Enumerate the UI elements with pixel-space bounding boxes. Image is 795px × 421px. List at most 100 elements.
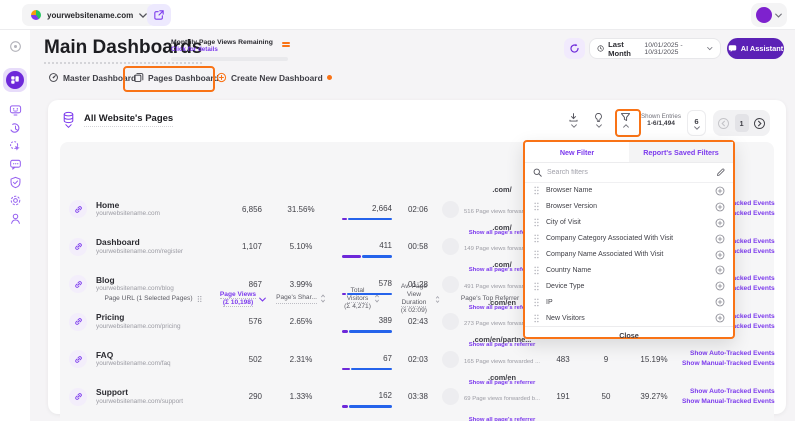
filter-panel-tabs: New Filter Report's Saved Filters [525,142,733,163]
open-site-button[interactable] [147,4,171,26]
filter-search-row [525,163,733,183]
drag-handle-icon[interactable] [533,314,540,323]
page-link-icon[interactable] [69,350,87,368]
filter-option[interactable]: New Visitors [525,310,733,326]
page-link-icon[interactable] [69,388,87,406]
table-menu-button[interactable] [62,111,75,128]
sidebar-item-feedback[interactable] [5,154,25,174]
period-label: Last Month [608,40,640,58]
show-auto-tracked-link[interactable]: Show Auto-Tracked Events [682,349,775,359]
add-filter-icon[interactable] [715,202,725,212]
chevron-down-icon [694,126,700,130]
tab-new-filter[interactable]: New Filter [525,142,629,162]
shown-entries-value: 1-6/1,494 [641,120,681,127]
shield-check-icon [9,176,22,189]
add-filter-icon[interactable] [715,250,725,260]
current-page[interactable]: 1 [735,114,749,132]
show-auto-tracked-link[interactable]: Show Auto-Tracked Events [682,387,775,397]
sidebar-item-account[interactable] [5,208,25,228]
sidebar-item-recordings[interactable] [5,118,25,138]
user-icon [9,212,22,225]
sidebar-item-events[interactable] [5,136,25,156]
filter-option[interactable]: Company Name Associated With Visit [525,247,733,263]
refresh-button[interactable] [564,38,585,59]
drag-handle-icon[interactable] [533,250,540,259]
page-link-icon[interactable] [69,200,87,218]
add-filter-icon[interactable] [715,297,725,307]
quota-progress-bar [171,57,288,61]
tab-create-new-dashboard[interactable]: Create New Dashboard [216,72,332,83]
chat-icon [728,44,737,53]
filter-options-list: Browser Name Browser Version City of Vis… [525,183,733,326]
database-icon [62,111,75,124]
filter-option[interactable]: City of Visit [525,215,733,231]
add-filter-icon[interactable] [715,265,725,275]
user-menu[interactable] [751,3,787,27]
site-name: yourwebsitename.com [47,11,133,20]
filter-option[interactable]: Browser Version [525,199,733,215]
insights-button[interactable] [593,112,604,128]
filter-close-button[interactable]: Close [525,326,733,343]
sidebar-item-settings[interactable] [5,190,25,210]
prev-page-button[interactable] [717,117,730,130]
quota-details-link[interactable]: Click for details [171,46,291,53]
table-row[interactable]: Supportyourwebsitename.com/support 290 1… [60,366,774,404]
sidebar-item-privacy[interactable] [5,172,25,192]
add-filter-icon[interactable] [715,281,725,291]
show-referrers-link[interactable]: Show all page's referrer [469,417,536,421]
export-button[interactable] [568,112,579,128]
add-filter-icon[interactable] [715,218,725,228]
drag-handle-icon[interactable] [533,186,540,195]
clock-icon [597,44,604,53]
ai-assistant-button[interactable]: AI Assistant [727,38,784,59]
filter-button-highlight [615,109,641,137]
show-manual-tracked-link[interactable]: Show Manual-Tracked Events [682,359,775,369]
sidebar-item-visitors[interactable] [5,100,25,120]
date-range-picker[interactable]: Last Month 10/01/2025 - 10/31/2025 [589,38,721,59]
dashboards-icon [6,71,24,89]
drag-handle-icon[interactable] [533,218,540,227]
drag-handle-icon[interactable] [533,282,540,291]
workspace-icon[interactable] [5,36,25,56]
page-link-icon[interactable] [69,313,87,331]
filter-option[interactable]: Device Type [525,278,733,294]
next-page-button[interactable] [753,117,766,130]
filter-search-input[interactable] [547,169,711,176]
add-filter-icon[interactable] [715,186,725,196]
referrer-favicon [442,388,459,405]
filter-option[interactable]: Country Name [525,262,733,278]
drag-handle-icon[interactable] [533,298,540,307]
drag-handle-icon[interactable] [533,266,540,275]
page-link-icon[interactable] [69,238,87,256]
app-window: yourwebsitename.com [0,0,795,421]
click-events-icon [9,140,22,153]
site-favicon-icon [31,10,41,20]
page-size-select[interactable]: 6 [687,110,706,136]
filter-option[interactable]: Company Category Associated With Visit [525,231,733,247]
gear-icon [9,194,22,207]
visitors-icon [9,104,22,117]
add-filter-icon[interactable] [715,313,725,323]
site-selector[interactable]: yourwebsitename.com [22,4,156,26]
sidebar-item-dashboards[interactable] [3,68,27,92]
tab-saved-filters[interactable]: Report's Saved Filters [629,142,733,162]
visitors-bar [342,218,392,221]
visitors-bar [342,368,392,371]
quota-title: Monthly Page Views Remaining [171,39,291,46]
filter-option[interactable]: Browser Name [525,183,733,199]
add-filter-icon[interactable] [715,234,725,244]
drag-handle-icon[interactable] [533,202,540,211]
new-badge-dot [327,75,332,80]
recordings-icon [9,122,22,135]
page-link-icon[interactable] [69,275,87,293]
sidebar-nav [0,30,30,421]
drag-handle-icon[interactable] [533,234,540,243]
visitors-bar [342,405,392,408]
pencil-icon[interactable] [716,168,725,177]
table-title: All Website's Pages [84,113,173,127]
show-manual-tracked-link[interactable]: Show Manual-Tracked Events [682,397,775,407]
pagination: 1 [713,110,770,136]
visitors-bar [342,293,392,296]
filter-option[interactable]: IP [525,294,733,310]
filter-panel: New Filter Report's Saved Filters Browse… [523,140,735,339]
